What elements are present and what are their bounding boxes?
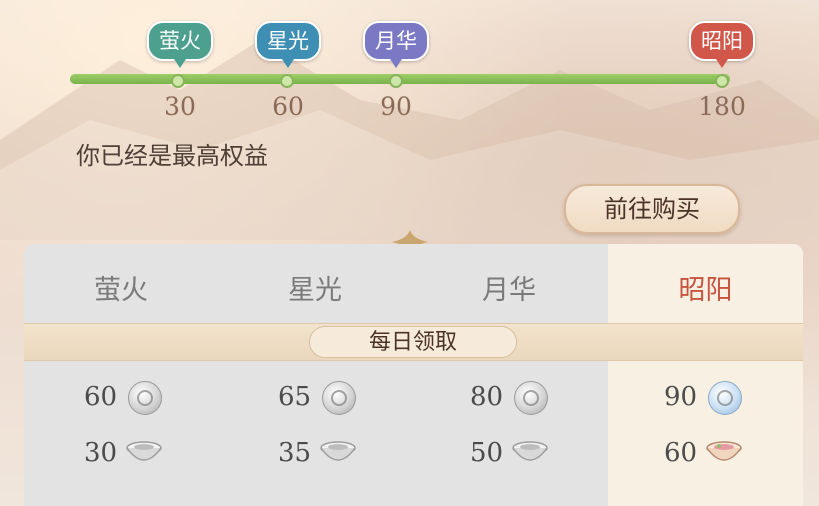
reward-value: 65 (278, 382, 312, 412)
coin-icon (128, 381, 162, 415)
tier-tag-label: 萤火 (159, 29, 201, 53)
reward-value: 60 (84, 382, 118, 412)
bowl-icon (126, 441, 162, 461)
bowl-icon (512, 441, 548, 461)
reward-value: 35 (278, 438, 312, 468)
reward-value: 50 (470, 438, 504, 468)
tick-label: 90 (380, 92, 412, 121)
tier-column-2: 星光 (218, 244, 412, 506)
bowl-icon (320, 441, 356, 461)
section-label: 每日领取 (309, 326, 517, 358)
tier-tag-label: 月华 (375, 29, 417, 53)
tier-column-3: 月华 (412, 244, 606, 506)
tick-label: 180 (698, 92, 746, 121)
column-header: 昭阳 (678, 275, 733, 306)
reward-value: 60 (664, 438, 698, 468)
section-band: 每日领取 (24, 323, 803, 361)
column-header: 星光 (288, 275, 342, 306)
tier-column-4: 昭阳 (608, 244, 803, 506)
column-header: 萤火 (94, 275, 148, 306)
coin-icon (514, 381, 548, 415)
reward-value: 90 (664, 382, 698, 412)
progress-node-4 (715, 74, 729, 88)
tier-tag-label: 星光 (267, 29, 309, 53)
tick-label: 30 (164, 92, 196, 121)
progress-node-1 (171, 74, 185, 88)
tier-tag-4: 昭阳 (689, 21, 755, 68)
benefit-table: 萤火 星光 月华 昭阳 每日领取 60 65 80 90 30 35 50 60 (24, 244, 803, 506)
coin-icon (322, 381, 356, 415)
column-header: 月华 (482, 275, 536, 306)
bowl-icon (706, 441, 742, 461)
progress-node-3 (389, 74, 403, 88)
reward-value: 30 (84, 438, 118, 468)
tier-tag-3: 月华 (363, 21, 429, 68)
reward-value: 80 (470, 382, 504, 412)
tier-tag-label: 昭阳 (701, 29, 743, 53)
buy-button[interactable]: 前往购买 (564, 184, 740, 234)
tier-column-1: 萤火 (24, 244, 218, 506)
tier-tag-2: 星光 (255, 21, 321, 68)
tier-tag-1: 萤火 (147, 21, 213, 68)
progress-node-2 (280, 74, 294, 88)
status-text: 你已经是最高权益 (76, 142, 268, 170)
tick-label: 60 (272, 92, 304, 121)
coin-icon (708, 381, 742, 415)
